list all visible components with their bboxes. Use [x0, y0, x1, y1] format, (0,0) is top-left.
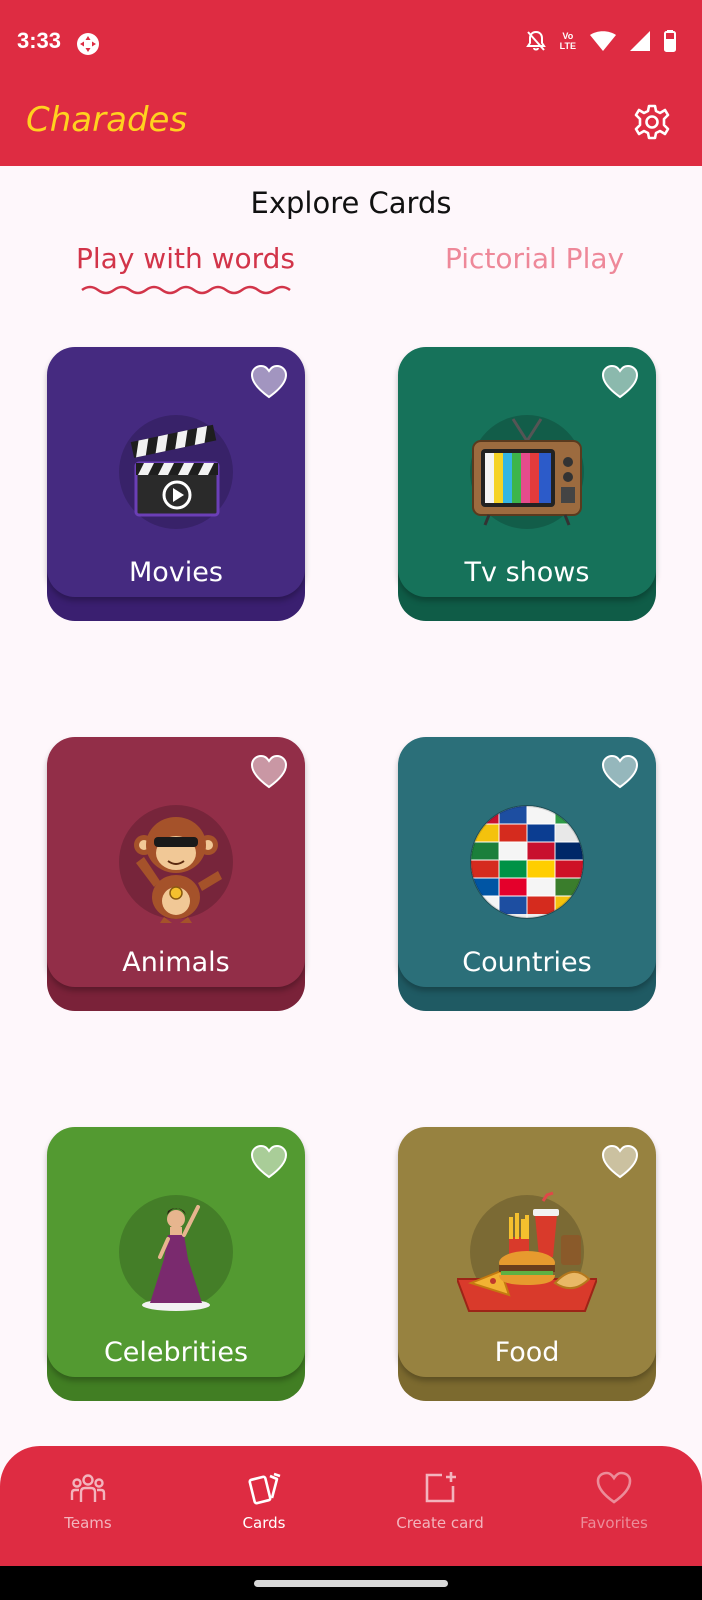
volte-label: Vo: [562, 31, 574, 41]
card-label: Food: [494, 1337, 560, 1368]
heart-icon[interactable]: [602, 755, 638, 789]
category-card-food[interactable]: Food: [398, 1127, 656, 1401]
monkey-icon: [134, 817, 222, 923]
heart-icon[interactable]: [602, 1145, 638, 1179]
category-card-animals[interactable]: Animals: [47, 737, 305, 1011]
nav-label-create-card: Create card: [396, 1514, 484, 1532]
card-label: Animals: [122, 947, 230, 978]
heart-icon[interactable]: [602, 365, 638, 399]
heart-icon[interactable]: [251, 1145, 287, 1179]
card-label: Tv shows: [464, 557, 590, 588]
battery-icon: [664, 30, 676, 52]
tv-icon: [472, 418, 582, 526]
category-card-tv-shows[interactable]: Tv shows: [398, 347, 656, 621]
card-face[interactable]: Tv shows: [398, 347, 656, 597]
heart-icon[interactable]: [251, 755, 287, 789]
category-card-countries[interactable]: Countries: [398, 737, 656, 1011]
home-gesture-handle[interactable]: [254, 1580, 448, 1587]
nav-item-teams[interactable]: Teams: [0, 1446, 176, 1566]
heart-icon[interactable]: [251, 365, 287, 399]
card-face[interactable]: Animals: [47, 737, 305, 987]
category-card-movies[interactable]: Movies: [47, 347, 305, 621]
gear-icon[interactable]: [632, 102, 672, 142]
globe-icon: [470, 805, 584, 919]
active-tab-wave-underline: [81, 285, 291, 295]
card-face[interactable]: Countries: [398, 737, 656, 987]
cards-icon: [248, 1472, 281, 1505]
category-card-celebrities[interactable]: Celebrities: [47, 1127, 305, 1401]
cell-signal-icon: [630, 31, 650, 51]
app-bar: Charades: [0, 88, 702, 166]
nav-label-favorites: Favorites: [580, 1514, 648, 1532]
lte-label: LTE: [559, 41, 576, 51]
nav-label-teams: Teams: [64, 1514, 112, 1532]
volte-indicator: Vo LTE: [560, 31, 576, 51]
nav-label-cards: Cards: [242, 1514, 286, 1532]
nav-item-cards[interactable]: Cards: [176, 1446, 352, 1566]
page-title: Explore Cards: [250, 186, 452, 220]
gamepad-notification-icon: [77, 33, 99, 55]
app-title: Charades: [26, 100, 188, 140]
add-card-icon: [425, 1472, 456, 1503]
status-time: 3:33: [17, 28, 62, 53]
card-face[interactable]: Celebrities: [47, 1127, 305, 1377]
nav-item-create-card[interactable]: Create card: [352, 1446, 528, 1566]
celebrity-icon: [142, 1205, 210, 1311]
system-navigation-bar: [0, 1566, 702, 1600]
mute-bell-icon: [525, 30, 546, 51]
tab-play-with-words[interactable]: Play with words: [76, 242, 295, 275]
card-label: Celebrities: [103, 1337, 249, 1368]
bottom-navigation: Teams Cards Create card Favorites: [0, 1446, 702, 1566]
teams-icon: [70, 1474, 106, 1502]
wifi-icon: [590, 31, 616, 51]
status-icons: Vo LTE: [525, 30, 676, 52]
card-face[interactable]: Movies: [47, 347, 305, 597]
card-label: Countries: [462, 947, 592, 978]
card-face[interactable]: Food: [398, 1127, 656, 1377]
heart-outline-icon: [596, 1471, 632, 1504]
food-tray-icon: [457, 1191, 597, 1312]
clapperboard-icon: [130, 424, 220, 517]
card-label: Movies: [129, 557, 223, 588]
nav-item-favorites[interactable]: Favorites: [526, 1446, 702, 1566]
status-bar: 3:33 Vo LTE: [0, 0, 702, 88]
tab-pictorial-play[interactable]: Pictorial Play: [445, 242, 624, 275]
